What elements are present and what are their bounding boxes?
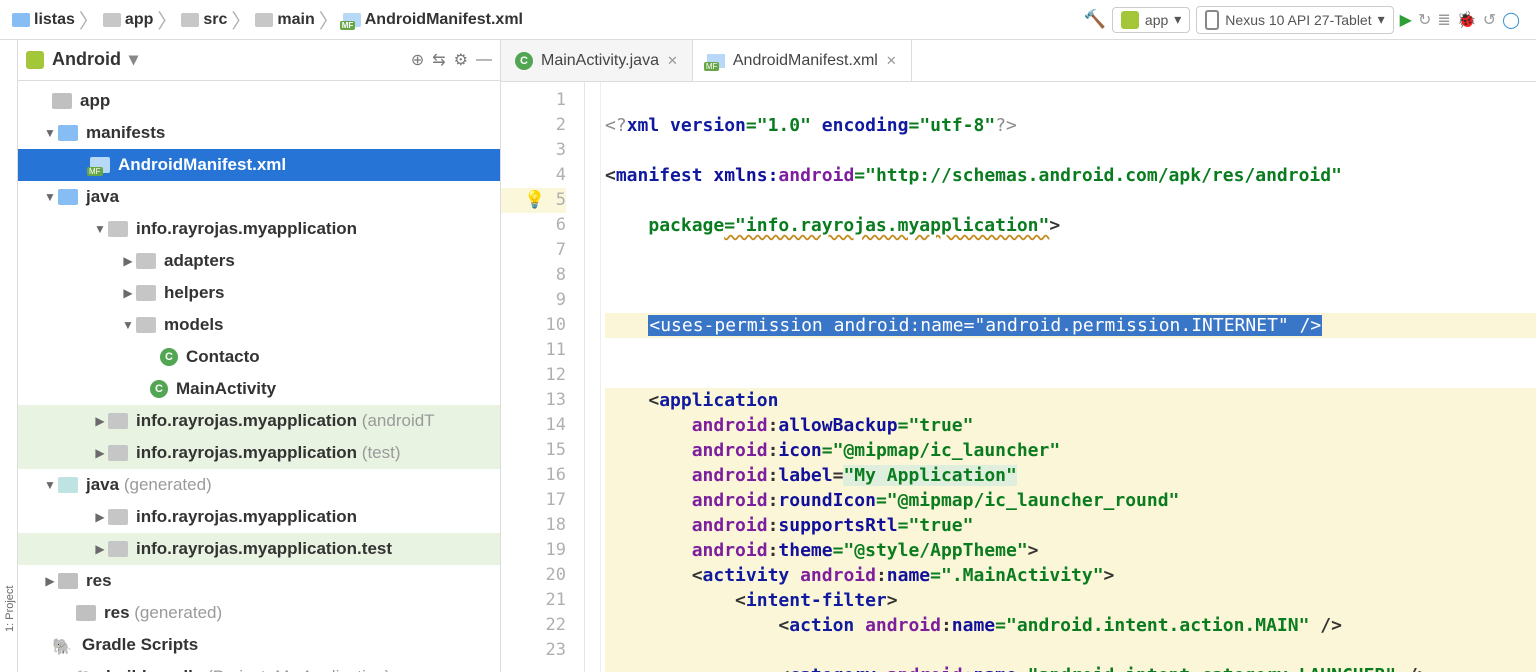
tree-res[interactable]: ▶res xyxy=(18,565,500,597)
code-editor[interactable]: 1234 💡 5 6789101112131415161718192021222… xyxy=(501,82,1536,672)
tree-pkg-test[interactable]: ▶info.rayrojas.myapplication (test) xyxy=(18,437,500,469)
chevron-down-icon: ▾ xyxy=(1378,11,1385,28)
tab-mainactivity[interactable]: C MainActivity.java ✕ xyxy=(501,40,693,81)
android-icon xyxy=(26,51,44,69)
tree-models[interactable]: ▼models xyxy=(18,309,500,341)
debug-button[interactable]: 🐞 xyxy=(1457,10,1477,30)
tree-mainactivity[interactable]: CMainActivity xyxy=(18,373,500,405)
run-config-select[interactable]: app ▾ xyxy=(1112,7,1190,33)
hide-icon[interactable]: — xyxy=(476,51,492,69)
tab-project[interactable]: 1: Project xyxy=(4,80,16,632)
project-pane-header: Android ▾ ⊕ ⇆ ⚙ — xyxy=(18,40,500,81)
chevron-right-icon: 〉 xyxy=(157,5,177,34)
tree-gradle-scripts[interactable]: 🐘Gradle Scripts xyxy=(18,629,500,661)
project-tree: app ▼manifests MFAndroidManifest.xml ▼ja… xyxy=(18,81,500,672)
coverage-icon[interactable]: ↺ xyxy=(1483,10,1496,30)
gear-icon[interactable]: ⚙ xyxy=(454,50,468,70)
editor-tabs: C MainActivity.java ✕ MF AndroidManifest… xyxy=(501,40,1536,82)
chevron-down-icon[interactable]: ▾ xyxy=(129,49,138,70)
chevron-down-icon: ▾ xyxy=(1174,11,1181,28)
selected-text: <uses-permission android:name="android.p… xyxy=(648,315,1322,336)
bulb-icon[interactable]: 💡 xyxy=(524,190,545,210)
chevron-right-icon: 〉 xyxy=(231,5,251,34)
tree-manifests[interactable]: ▼manifests xyxy=(18,117,500,149)
crumb-main[interactable]: main xyxy=(255,11,314,29)
crumb-file[interactable]: MFAndroidManifest.xml xyxy=(343,11,523,29)
tree-androidmanifest[interactable]: MFAndroidManifest.xml xyxy=(18,149,500,181)
apply-changes-icon[interactable]: ↻ xyxy=(1418,10,1431,30)
phone-icon xyxy=(1205,10,1219,30)
android-icon xyxy=(1121,11,1139,29)
crumb-listas[interactable]: listas xyxy=(12,11,75,29)
manifest-icon: MF xyxy=(707,54,725,68)
target-icon[interactable]: ⊕ xyxy=(411,50,424,70)
tab-androidmanifest[interactable]: MF AndroidManifest.xml ✕ xyxy=(693,40,912,81)
toolbar: listas 〉 app 〉 src 〉 main 〉 MFAndroidMan… xyxy=(0,0,1536,40)
tree-helpers[interactable]: ▶helpers xyxy=(18,277,500,309)
tree-gen-pkg2[interactable]: ▶info.rayrojas.myapplication.test xyxy=(18,533,500,565)
code-content[interactable]: <?xml version="1.0" encoding="utf-8"?> <… xyxy=(601,82,1536,672)
profiler-icon[interactable]: ◯ xyxy=(1502,10,1520,30)
close-icon[interactable]: ✕ xyxy=(667,53,678,69)
tree-gen-pkg1[interactable]: ▶info.rayrojas.myapplication xyxy=(18,501,500,533)
project-view-label: Android xyxy=(52,49,121,70)
close-icon[interactable]: ✕ xyxy=(886,53,897,69)
tree-java[interactable]: ▼java xyxy=(18,181,500,213)
tool-window-bar: 1: Project Resource Manager Captures xyxy=(0,40,18,672)
project-pane: Android ▾ ⊕ ⇆ ⚙ — app ▼manifests MFAndro… xyxy=(18,40,501,672)
run-button[interactable]: ▶ xyxy=(1400,10,1412,30)
tree-app[interactable]: app xyxy=(18,85,500,117)
crumb-app[interactable]: app xyxy=(103,11,153,29)
tree-pkg-androidtest[interactable]: ▶info.rayrojas.myapplication (androidT xyxy=(18,405,500,437)
build-icon[interactable]: 🔨 xyxy=(1083,9,1105,30)
tree-java-gen[interactable]: ▼java (generated) xyxy=(18,469,500,501)
tree-pkg-main[interactable]: ▼info.rayrojas.myapplication xyxy=(18,213,500,245)
line-gutter: 1234 💡 5 6789101112131415161718192021222… xyxy=(501,82,585,672)
tree-contacto[interactable]: CContacto xyxy=(18,341,500,373)
tree-adapters[interactable]: ▶adapters xyxy=(18,245,500,277)
toolbar-actions: 🔨 app ▾ Nexus 10 API 27-Tablet ▾ ▶ ↻ ≣ 🐞… xyxy=(1083,6,1530,34)
chevron-right-icon: 〉 xyxy=(79,5,99,34)
tree-res-gen[interactable]: res (generated) xyxy=(18,597,500,629)
attach-process-icon[interactable]: ≣ xyxy=(1437,10,1450,30)
fold-gutter xyxy=(585,82,601,672)
breadcrumb: listas 〉 app 〉 src 〉 main 〉 MFAndroidMan… xyxy=(6,5,1083,34)
class-icon: C xyxy=(515,52,533,70)
collapse-icon[interactable]: ⇆ xyxy=(432,50,445,70)
editor-area: C MainActivity.java ✕ MF AndroidManifest… xyxy=(501,40,1536,672)
device-select[interactable]: Nexus 10 API 27-Tablet ▾ xyxy=(1196,6,1393,34)
tree-build-gradle[interactable]: 🐘build.gradle (Project: My Application) xyxy=(18,661,500,672)
chevron-right-icon: 〉 xyxy=(319,5,339,34)
crumb-src[interactable]: src xyxy=(181,11,227,29)
